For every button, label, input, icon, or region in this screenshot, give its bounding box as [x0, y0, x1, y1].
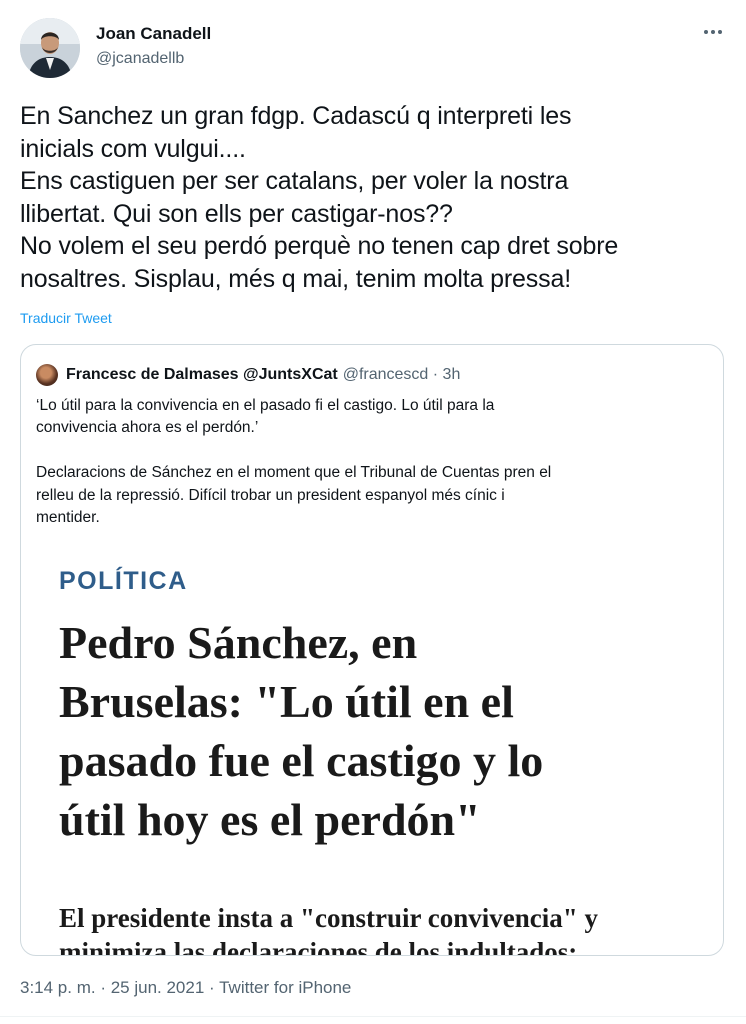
quoted-tweet-text: ‘Lo útil para la convivencia en el pasad… [36, 397, 552, 527]
article-subhead: El presidente insta a "construir convive… [59, 903, 598, 956]
quoted-avatar[interactable] [36, 364, 58, 386]
meta-separator: · [204, 978, 220, 997]
avatar[interactable] [20, 18, 80, 78]
tweet-header: Joan Canadell @jcanadellb [20, 18, 726, 80]
translate-tweet-link[interactable]: Traducir Tweet [20, 310, 112, 326]
divider [0, 1016, 746, 1017]
tweet-timestamp[interactable]: 3:14 p. m. · 25 jun. 2021 [20, 978, 204, 997]
tweet-text: En Sanchez un gran fdgp. Cadascú q inter… [20, 102, 619, 293]
article-headline: Pedro Sánchez, en Bruselas: "Lo útil en … [59, 617, 544, 845]
quoted-author-name[interactable]: Francesc de Dalmases @JuntsXCat [66, 366, 338, 384]
quoted-author-handle-time: @francescd · 3h [342, 366, 461, 383]
tweet-source[interactable]: Twitter for iPhone [219, 978, 351, 997]
author-display-name[interactable]: Joan Canadell [96, 23, 211, 45]
author-names: Joan Canadell @jcanadellb [96, 23, 211, 70]
quoted-tweet-header: Francesc de Dalmases @JuntsXCat @frances… [36, 363, 460, 387]
author-handle[interactable]: @jcanadellb [96, 48, 211, 70]
tweet-meta: 3:14 p. m. · 25 jun. 2021 · Twitter for … [20, 978, 351, 998]
quoted-tweet[interactable]: Francesc de Dalmases @JuntsXCat @frances… [20, 344, 724, 956]
article-section: POLÍTICA [59, 567, 188, 595]
more-horizontal-icon[interactable] [702, 22, 724, 42]
